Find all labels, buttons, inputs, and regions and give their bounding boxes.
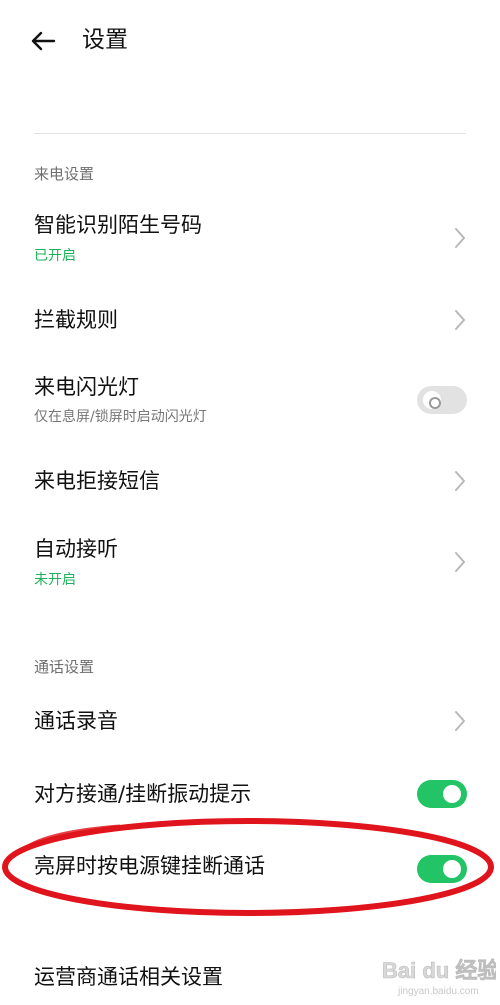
chevron-right-icon xyxy=(455,552,465,572)
row-smart-identify[interactable]: 智能识别陌生号码 已开启 xyxy=(0,200,500,280)
chevron-right-icon xyxy=(455,310,465,330)
top-bar: 设置 xyxy=(0,0,500,84)
chevron-right-icon xyxy=(455,711,465,731)
watermark-url: jingyan.baidu.com xyxy=(397,986,479,997)
vibrate-hint-toggle[interactable] xyxy=(417,780,467,808)
row-reject-sms[interactable]: 来电拒接短信 xyxy=(0,452,500,512)
row-title: 亮屏时按电源键挂断通话 xyxy=(34,854,265,878)
toggle-knob xyxy=(443,860,461,878)
toggle-knob xyxy=(423,391,441,409)
arrow-left-icon[interactable] xyxy=(28,26,58,56)
row-subtitle: 未开启 xyxy=(34,572,76,588)
header-divider xyxy=(34,133,466,134)
page-title: 设置 xyxy=(82,27,128,53)
chevron-right-icon xyxy=(455,471,465,491)
row-call-recording[interactable]: 通话录音 xyxy=(0,692,500,752)
power-hangup-toggle[interactable] xyxy=(417,855,467,883)
toggle-knob xyxy=(443,785,461,803)
flash-light-toggle[interactable] xyxy=(417,386,467,414)
row-auto-answer[interactable]: 自动接听 未开启 xyxy=(0,527,500,607)
chevron-right-icon xyxy=(455,228,465,248)
row-title: 对方接通/挂断振动提示 xyxy=(34,782,252,806)
row-title: 通话录音 xyxy=(34,709,118,733)
row-subtitle: 已开启 xyxy=(34,248,76,264)
baidu-jingyan-watermark: Bai du 经验 jingyan.baidu.com xyxy=(382,958,496,997)
row-title: 来电闪光灯 xyxy=(34,375,139,399)
row-title: 智能识别陌生号码 xyxy=(34,213,202,237)
row-subtitle: 仅在息屏/锁屏时启动闪光灯 xyxy=(34,409,207,425)
row-power-hangup[interactable]: 亮屏时按电源键挂断通话 xyxy=(0,838,500,898)
section-label-call: 通话设置 xyxy=(34,658,95,676)
row-block-rules[interactable]: 拦截规则 xyxy=(0,290,500,350)
row-title: 拦截规则 xyxy=(34,308,118,332)
row-vibrate-hint[interactable]: 对方接通/挂断振动提示 xyxy=(0,766,500,826)
watermark-text: Bai du 经验 xyxy=(382,958,496,983)
row-flash-light[interactable]: 来电闪光灯 仅在息屏/锁屏时启动闪光灯 xyxy=(0,365,500,445)
row-title: 来电拒接短信 xyxy=(34,469,160,493)
row-title: 运营商通话相关设置 xyxy=(34,965,223,989)
row-title: 自动接听 xyxy=(34,537,118,561)
section-label-incoming: 来电设置 xyxy=(34,165,95,183)
